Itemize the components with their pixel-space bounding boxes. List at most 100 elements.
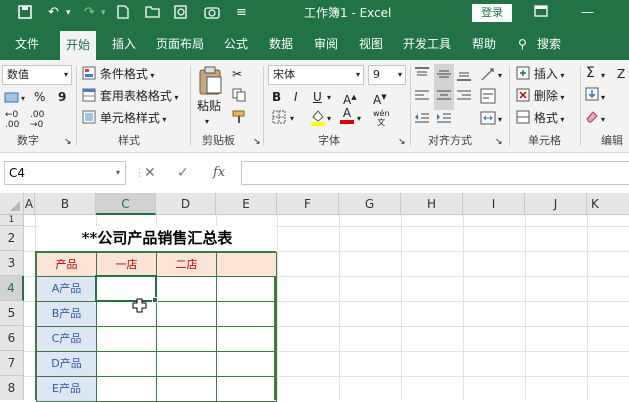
- chevron-down-icon[interactable]: ▾: [327, 90, 331, 106]
- column-header[interactable]: A: [24, 193, 35, 215]
- table-header-cell[interactable]: 一店: [96, 252, 157, 277]
- data-cell[interactable]: [216, 326, 277, 352]
- data-cell[interactable]: [156, 301, 217, 327]
- row-header[interactable]: 1: [0, 215, 24, 226]
- table-header-cell[interactable]: 二店: [156, 252, 217, 277]
- clear-icon[interactable]: [585, 109, 599, 127]
- decrease-decimal-icon[interactable]: .00 →0: [30, 110, 44, 130]
- cancel-entry-icon[interactable]: ✕: [144, 165, 156, 181]
- tab-help[interactable]: 帮助: [472, 36, 496, 52]
- dialog-launcher-icon[interactable]: ↘: [253, 134, 261, 150]
- column-header[interactable]: D: [156, 193, 216, 215]
- phonetic-icon[interactable]: wén 文: [373, 109, 390, 127]
- row-header[interactable]: 7: [0, 351, 24, 376]
- product-cell[interactable]: A产品: [36, 276, 97, 302]
- undo-icon[interactable]: ↶: [48, 5, 59, 21]
- chevron-down-icon[interactable]: ▾: [498, 112, 502, 128]
- formula-input[interactable]: [241, 161, 629, 185]
- minimize-icon[interactable]: —: [581, 5, 594, 21]
- chevron-down-icon[interactable]: ▾: [327, 111, 331, 127]
- search-icon[interactable]: ⚲: [518, 36, 527, 52]
- tab-file[interactable]: 文件: [15, 36, 39, 52]
- tab-page-layout[interactable]: 页面布局: [156, 36, 204, 52]
- column-header[interactable]: I: [463, 193, 525, 215]
- login-button[interactable]: 登录: [472, 4, 512, 22]
- confirm-entry-icon[interactable]: ✓: [177, 165, 189, 181]
- search-label[interactable]: 搜索: [537, 36, 561, 52]
- increase-decimal-icon[interactable]: ←0.00: [5, 110, 19, 130]
- data-cell[interactable]: [216, 276, 277, 302]
- fill-color-icon[interactable]: [310, 108, 326, 130]
- data-cell[interactable]: [156, 376, 217, 402]
- data-cell[interactable]: [96, 351, 157, 377]
- increase-indent-icon[interactable]: [436, 110, 452, 130]
- row-header[interactable]: 5: [0, 301, 24, 326]
- chevron-down-icon[interactable]: ▾: [357, 111, 361, 127]
- column-header[interactable]: H: [401, 193, 463, 215]
- copy-icon[interactable]: [232, 88, 246, 106]
- tab-home[interactable]: 开始: [60, 31, 97, 60]
- row-header[interactable]: 2: [0, 226, 24, 251]
- tab-view[interactable]: 视图: [359, 36, 383, 52]
- borders-icon[interactable]: [272, 110, 286, 128]
- orientation-icon[interactable]: [480, 66, 496, 86]
- cut-icon[interactable]: ✂: [232, 66, 242, 82]
- table-header-cell[interactable]: [216, 252, 277, 277]
- format-as-table-button[interactable]: 套用表格格式 ▾: [82, 88, 178, 106]
- font-color-icon[interactable]: A: [340, 106, 354, 124]
- decrease-indent-icon[interactable]: [414, 110, 430, 130]
- paste-button-label[interactable]: 粘贴: [197, 98, 221, 114]
- paste-icon[interactable]: [197, 66, 223, 100]
- fill-handle[interactable]: [152, 297, 158, 303]
- align-right-icon[interactable]: [456, 88, 472, 108]
- column-header[interactable]: G: [339, 193, 401, 215]
- comma-icon[interactable]: 9: [58, 89, 66, 105]
- font-size-dropdown[interactable]: 9 ▾: [368, 65, 406, 85]
- name-box[interactable]: C4: [4, 161, 126, 185]
- customize-toolbar-icon[interactable]: ≡: [236, 5, 247, 21]
- open-folder-icon[interactable]: [145, 5, 160, 23]
- bold-button[interactable]: B: [272, 89, 281, 105]
- dialog-launcher-icon[interactable]: ↘: [495, 134, 503, 150]
- data-cell[interactable]: [216, 351, 277, 377]
- cell-styles-button[interactable]: 单元格样式 ▾: [82, 110, 166, 128]
- row-header-selected[interactable]: 4: [0, 276, 24, 301]
- product-cell[interactable]: E产品: [36, 376, 97, 402]
- chevron-down-icon[interactable]: ▾: [601, 112, 605, 128]
- chevron-down-icon[interactable]: ▾: [205, 114, 209, 130]
- italic-button[interactable]: I: [294, 89, 298, 105]
- number-format-dropdown[interactable]: 数值 ▾: [2, 65, 72, 85]
- chevron-down-icon[interactable]: ▾: [498, 68, 502, 84]
- select-all-button[interactable]: [0, 193, 24, 215]
- tab-data[interactable]: 数据: [269, 36, 293, 52]
- chevron-down-icon[interactable]: ▾: [116, 168, 120, 177]
- data-cell[interactable]: [156, 326, 217, 352]
- product-cell[interactable]: B产品: [36, 301, 97, 327]
- data-cell[interactable]: [216, 301, 277, 327]
- undo-dropdown-icon[interactable]: ▾: [66, 5, 71, 21]
- product-cell[interactable]: D产品: [36, 351, 97, 377]
- tab-developer[interactable]: 开发工具: [403, 36, 451, 52]
- insert-cells-button[interactable]: 插入 ▾: [516, 66, 564, 84]
- tab-formulas[interactable]: 公式: [224, 36, 248, 52]
- percent-icon[interactable]: %: [34, 89, 45, 105]
- align-top-icon[interactable]: [414, 66, 430, 86]
- currency-icon[interactable]: ▾: [4, 90, 30, 109]
- save-icon[interactable]: [18, 5, 32, 24]
- ribbon-display-icon[interactable]: [534, 5, 548, 22]
- dialog-launcher-icon[interactable]: ↘: [398, 134, 406, 150]
- dialog-launcher-icon[interactable]: ↘: [64, 134, 72, 150]
- align-middle-icon[interactable]: [434, 64, 454, 88]
- print-preview-icon[interactable]: [174, 5, 188, 24]
- redo-dropdown-icon[interactable]: ▾: [101, 5, 106, 21]
- tab-review[interactable]: 审阅: [314, 36, 338, 52]
- font-name-dropdown[interactable]: 宋体 ▾: [268, 65, 364, 85]
- row-header[interactable]: 6: [0, 326, 24, 351]
- table-header-cell[interactable]: 产品: [36, 252, 97, 277]
- align-center-icon[interactable]: [434, 86, 454, 110]
- fill-down-icon[interactable]: [585, 87, 599, 105]
- sheet-title[interactable]: **公司产品销售汇总表: [38, 226, 276, 251]
- decrease-font-icon[interactable]: A▼: [373, 89, 387, 108]
- merge-center-icon[interactable]: [480, 110, 496, 130]
- row-header[interactable]: 8: [0, 376, 24, 400]
